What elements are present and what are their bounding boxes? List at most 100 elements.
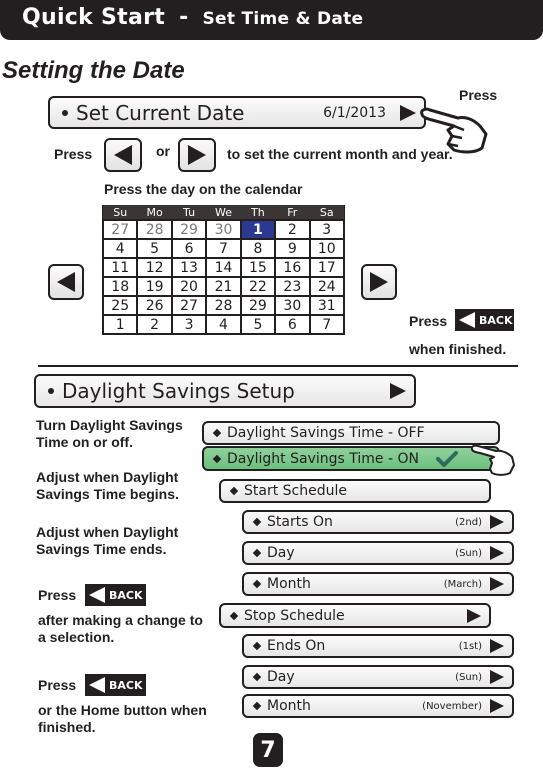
section-divider	[38, 365, 518, 367]
play-arrow-icon	[400, 104, 416, 121]
calendar-day[interactable]: 23	[274, 276, 311, 297]
calendar-day[interactable]: 31	[308, 295, 346, 316]
calendar-day[interactable]: 11	[101, 257, 139, 278]
start-schedule-item-month[interactable]: Month (March)	[242, 572, 514, 596]
item-value: (Sun)	[455, 547, 482, 559]
calendar-day[interactable]: 7	[308, 314, 346, 335]
page-number: 7	[253, 733, 283, 767]
prev-month-button-small[interactable]	[104, 138, 142, 172]
stop-schedule-button[interactable]: Stop Schedule	[219, 603, 491, 628]
weekday-header: Tu	[171, 205, 207, 220]
calendar-day[interactable]: 3	[170, 314, 208, 335]
calendar-day[interactable]: 29	[170, 219, 208, 240]
note-back-finish: or the Home button when finished.	[38, 702, 207, 735]
next-month-button-small[interactable]	[178, 138, 216, 172]
calendar-day[interactable]: 14	[205, 257, 242, 278]
calendar-day[interactable]: 28	[205, 295, 242, 316]
note-ends: Adjust when Daylight Savings Time ends.	[36, 524, 179, 557]
when-finished-text: when finished.	[409, 341, 507, 357]
item-value: (Sun)	[455, 671, 482, 683]
weekday-header: We	[206, 205, 241, 220]
arrow-left-icon	[57, 272, 75, 292]
prev-month-button[interactable]	[48, 264, 84, 300]
calendar-day[interactable]: 4	[101, 238, 139, 259]
stop-schedule-item-ends-on[interactable]: Ends On (1st)	[242, 634, 514, 658]
dst-on-label: Daylight Savings Time - ON	[227, 450, 419, 467]
calendar-day[interactable]: 8	[239, 238, 277, 259]
stop-schedule-label: Stop Schedule	[244, 607, 345, 624]
calendar-day[interactable]: 2	[274, 219, 311, 240]
stop-schedule-item-month[interactable]: Month (November)	[242, 694, 514, 718]
play-arrow-icon	[490, 639, 504, 653]
calendar-day[interactable]: 16	[274, 257, 311, 278]
item-value: (March)	[443, 578, 482, 590]
calendar-day[interactable]: 6	[274, 314, 311, 335]
dst-setup-label: Daylight Savings Setup	[62, 379, 295, 403]
calendar-day[interactable]: 4	[205, 314, 242, 335]
checkmark-icon	[436, 450, 458, 467]
calendar-day[interactable]: 3	[308, 219, 346, 240]
play-arrow-icon	[467, 608, 481, 623]
calendar-day[interactable]: 15	[239, 257, 277, 278]
calendar-day[interactable]: 1	[101, 314, 139, 335]
item-value: (2nd)	[455, 516, 482, 528]
item-label: Starts On	[267, 514, 333, 530]
dst-off-option[interactable]: Daylight Savings Time - OFF	[202, 421, 500, 445]
item-label: Month	[267, 698, 311, 714]
calendar-day[interactable]: 6	[170, 238, 208, 259]
diamond-bullet-icon	[252, 672, 262, 682]
calendar-day[interactable]: 28	[136, 219, 173, 240]
diamond-bullet-icon	[212, 428, 222, 438]
calendar-day[interactable]: 26	[136, 295, 173, 316]
weekday-header: Th	[240, 205, 276, 220]
calendar-day[interactable]: 10	[308, 238, 346, 259]
calendar-day[interactable]: 12	[136, 257, 173, 278]
calendar-day[interactable]: 17	[308, 257, 346, 278]
press-label-nav: Press	[54, 146, 93, 162]
weekday-header: Mo	[137, 205, 172, 220]
calendar-day[interactable]: 2	[136, 314, 173, 335]
diamond-bullet-icon	[252, 579, 262, 589]
calendar-day[interactable]: 29	[239, 295, 277, 316]
back-button-finish[interactable]: BACK	[85, 674, 146, 696]
daylight-savings-setup-button[interactable]: Daylight Savings Setup	[34, 374, 416, 408]
calendar-day[interactable]: 30	[274, 295, 311, 316]
calendar-day[interactable]: 7	[205, 238, 242, 259]
calendar-day[interactable]: 20	[170, 276, 208, 297]
header-subtitle: Set Time & Date	[202, 9, 364, 29]
bullet-icon	[48, 388, 54, 394]
diamond-bullet-icon	[252, 641, 262, 651]
pointing-hand-icon	[470, 444, 515, 476]
set-current-date-button[interactable]: Set Current Date 6/1/2013	[48, 96, 426, 129]
calendar-day[interactable]: 27	[101, 219, 139, 240]
next-month-button[interactable]	[361, 264, 397, 300]
calendar-day[interactable]: 19	[136, 276, 173, 297]
press-label-back1: Press	[38, 587, 77, 603]
dst-on-option[interactable]: Daylight Savings Time - ON	[202, 446, 500, 471]
back-button[interactable]: BACK	[455, 309, 514, 331]
calendar-day[interactable]: 27	[170, 295, 208, 316]
calendar-day[interactable]: 24	[308, 276, 346, 297]
play-arrow-icon	[490, 699, 504, 713]
item-label: Month	[267, 576, 311, 592]
back-button-change[interactable]: BACK	[85, 584, 146, 606]
press-label-back-date: Press	[409, 313, 448, 329]
start-schedule-item-day[interactable]: Day (Sun)	[242, 541, 514, 565]
calendar-day[interactable]: 5	[136, 238, 173, 259]
start-schedule-button[interactable]: Start Schedule	[219, 479, 491, 503]
start-schedule-label: Start Schedule	[244, 483, 347, 499]
calendar-day[interactable]: 25	[101, 295, 139, 316]
diamond-bullet-icon	[252, 517, 262, 527]
start-schedule-item-starts-on[interactable]: Starts On (2nd)	[242, 510, 514, 534]
calendar-day[interactable]: 5	[239, 314, 277, 335]
stop-schedule-item-day[interactable]: Day (Sun)	[242, 665, 514, 689]
calendar-day[interactable]: 1	[239, 219, 277, 240]
calendar-day[interactable]: 30	[205, 219, 242, 240]
calendar-day[interactable]: 21	[205, 276, 242, 297]
calendar-day[interactable]: 9	[274, 238, 311, 259]
calendar-day[interactable]: 18	[101, 276, 139, 297]
item-label: Day	[267, 669, 295, 685]
calendar-day[interactable]: 22	[239, 276, 277, 297]
calendar-day[interactable]: 13	[170, 257, 208, 278]
header-main-title: Quick Start	[22, 5, 166, 30]
